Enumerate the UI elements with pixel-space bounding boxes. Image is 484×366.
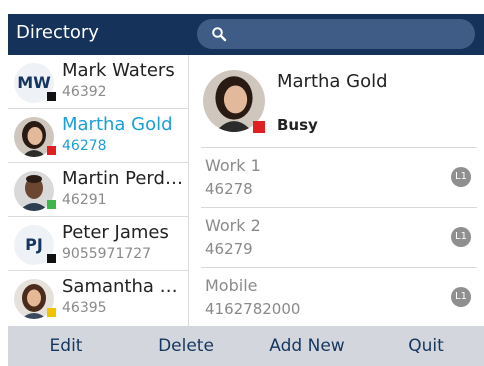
- contact-name: Samantha Lee: [62, 276, 186, 297]
- presence-status-icon: [47, 200, 56, 209]
- header-bar: Directory: [8, 14, 484, 55]
- field-value[interactable]: 4162782000: [205, 300, 300, 318]
- field-value[interactable]: 46279: [205, 240, 253, 258]
- line-badge-icon[interactable]: L1: [451, 287, 471, 307]
- list-item[interactable]: Martin Perdue 46291: [8, 163, 188, 217]
- contact-list: MW Mark Waters 46392 Martha Gold 46278 M…: [8, 55, 188, 326]
- presence-status-icon: [47, 146, 56, 155]
- field-value[interactable]: 46278: [205, 180, 253, 198]
- contact-name: Martin Perdue: [62, 168, 186, 189]
- list-item[interactable]: Samantha Lee 46395: [8, 271, 188, 325]
- presence-status-icon: [47, 92, 56, 101]
- edit-button[interactable]: Edit: [20, 326, 112, 366]
- divider: [201, 267, 477, 268]
- field-label: Work 1: [205, 156, 261, 175]
- presence-status-icon: [253, 121, 265, 133]
- contact-number: 46392: [62, 84, 107, 100]
- contact-name: Martha Gold: [62, 114, 173, 135]
- phone-screen-frame: Directory MW Mark Waters 46392 Martha Go…: [0, 0, 484, 366]
- presence-status-icon: [47, 254, 56, 263]
- line-badge-icon[interactable]: L1: [451, 227, 471, 247]
- list-item[interactable]: PJ Peter James 9055971727: [8, 217, 188, 271]
- list-item[interactable]: MW Mark Waters 46392: [8, 55, 188, 109]
- contact-name: Peter James: [62, 222, 169, 243]
- line-badge-icon[interactable]: L1: [451, 167, 471, 187]
- detail-contact-name: Martha Gold: [277, 71, 388, 92]
- contact-number: 46278: [62, 138, 107, 154]
- directory-screen: Directory MW Mark Waters 46392 Martha Go…: [8, 14, 484, 366]
- contact-number: 46395: [62, 300, 107, 316]
- contact-number: 9055971727: [62, 246, 152, 262]
- search-input[interactable]: [197, 19, 475, 49]
- delete-button[interactable]: Delete: [140, 326, 232, 366]
- add-new-button[interactable]: Add New: [260, 326, 354, 366]
- search-icon: [212, 27, 227, 42]
- presence-status-icon: [47, 308, 56, 317]
- field-label: Work 2: [205, 216, 261, 235]
- presence-status-label: Busy: [277, 116, 318, 134]
- divider: [201, 207, 477, 208]
- field-label: Mobile: [205, 276, 258, 295]
- softkey-bar: Edit Delete Add New Quit: [8, 326, 484, 366]
- contact-details-panel: Martha Gold Busy Work 1 46278 L1 Work 2 …: [189, 55, 484, 326]
- quit-button[interactable]: Quit: [380, 326, 472, 366]
- divider: [201, 147, 477, 148]
- contact-number: 46291: [62, 192, 107, 208]
- page-title: Directory: [16, 22, 99, 43]
- list-item-selected[interactable]: Martha Gold 46278: [8, 109, 188, 163]
- contact-name: Mark Waters: [62, 60, 175, 81]
